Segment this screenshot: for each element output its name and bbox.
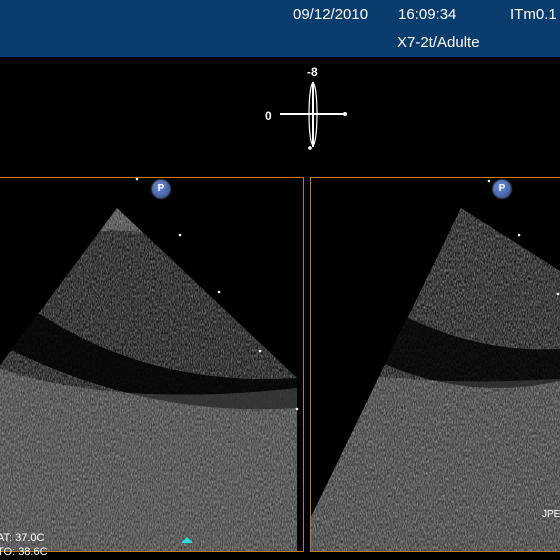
ultrasound-image-left bbox=[0, 178, 299, 551]
temperature-to: TO: 38.6C bbox=[0, 546, 48, 558]
status-bar: 09/12/2010 16:09:34 ITm0.1 X7-2t/Adulte bbox=[0, 0, 560, 57]
orientation-top-value: -8 bbox=[307, 65, 318, 79]
probe-orientation-indicator: -8 0 bbox=[260, 62, 360, 157]
ultrasound-view-left[interactable]: P bbox=[0, 177, 304, 552]
exam-date: 09/12/2010 bbox=[293, 6, 369, 23]
temperature-at: AT: 37.0C bbox=[0, 532, 45, 544]
exam-time: 16:09:34 bbox=[398, 6, 457, 23]
image-format-label: JPE bbox=[542, 509, 560, 520]
focus-marker-icon[interactable] bbox=[181, 537, 193, 543]
thermal-index: ITm0.1 bbox=[510, 6, 557, 23]
probe-preset: X7-2t/Adulte bbox=[397, 34, 480, 51]
ultrasound-view-right[interactable]: P bbox=[310, 177, 560, 552]
probe-badge-icon: P bbox=[152, 180, 170, 198]
ultrasound-image-right bbox=[311, 179, 560, 551]
probe-badge-icon: P bbox=[493, 180, 511, 198]
orientation-left-value: 0 bbox=[265, 109, 272, 123]
